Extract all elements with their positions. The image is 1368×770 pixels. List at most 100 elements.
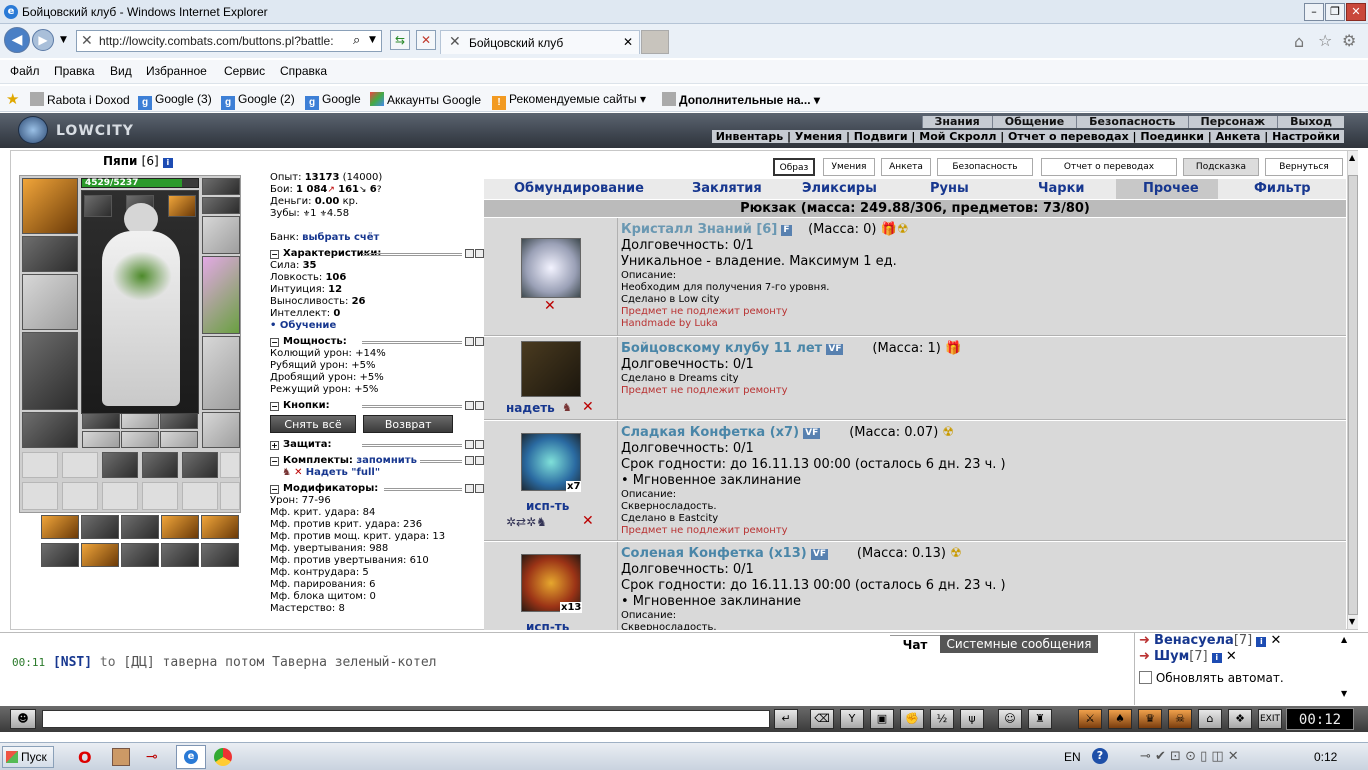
favorites-star-icon[interactable]: ☆: [1318, 31, 1332, 50]
scroll-up-icon[interactable]: ▲: [1349, 153, 1355, 162]
effect-icon-7[interactable]: [81, 543, 119, 567]
move-up-icon[interactable]: [465, 337, 474, 346]
scroll-down-icon[interactable]: ▼: [1341, 689, 1347, 698]
modifiers-header[interactable]: − Модификаторы:: [270, 483, 484, 495]
tab-return[interactable]: Вернуться: [1265, 158, 1343, 176]
scroll-down-icon[interactable]: ▼: [1349, 617, 1355, 626]
necklace-slot[interactable]: [202, 197, 240, 214]
boots-slot[interactable]: [202, 412, 240, 448]
move-up-icon[interactable]: [465, 401, 474, 410]
elixir-icon[interactable]: ♠: [1108, 709, 1132, 729]
save-icon[interactable]: ▣: [870, 709, 894, 729]
mask-icon[interactable]: ❖: [1228, 709, 1252, 729]
favorites-star-icon[interactable]: ★: [6, 90, 19, 108]
move-down-icon[interactable]: [475, 401, 484, 410]
bank-select-link[interactable]: выбрать счёт: [302, 232, 379, 243]
close-icon[interactable]: ✕: [1226, 649, 1237, 664]
clear-icon[interactable]: ⌫: [810, 709, 834, 729]
effect-icon-10[interactable]: [201, 543, 239, 567]
info-icon[interactable]: i: [162, 158, 173, 168]
stop-icon[interactable]: ✕: [416, 30, 436, 50]
move-up-icon[interactable]: [465, 249, 474, 258]
protection-header[interactable]: + Защита:: [270, 439, 484, 451]
tab-image[interactable]: Образ: [773, 158, 815, 176]
item-name[interactable]: Кристалл Знаний [6]: [621, 222, 777, 237]
maximize-button[interactable]: ❐: [1325, 3, 1345, 21]
inv-tab-spells[interactable]: Заклятия: [692, 181, 762, 196]
tab-skills[interactable]: Умения: [823, 158, 875, 176]
effect-icon-8[interactable]: [121, 543, 159, 567]
attack-icon[interactable]: ⚔: [1078, 709, 1102, 729]
use-item-link[interactable]: исп-ть: [526, 499, 569, 513]
scroll-slot-7[interactable]: [22, 482, 58, 510]
game-logo[interactable]: LOWCITY: [18, 116, 133, 144]
effect-icon-6[interactable]: [41, 543, 79, 567]
send-icon[interactable]: ↵: [774, 709, 798, 729]
inv-tab-charms[interactable]: Чарки: [1038, 181, 1085, 196]
move-up-icon[interactable]: [465, 440, 474, 449]
transfer-icons[interactable]: ✲⇄✲♞: [506, 515, 547, 529]
translit-icon[interactable]: ψ: [960, 709, 984, 729]
flashlight-icon[interactable]: ⊸: [146, 749, 158, 765]
move-down-icon[interactable]: [475, 249, 484, 258]
move-down-icon[interactable]: [475, 337, 484, 346]
app-icon[interactable]: [112, 748, 130, 766]
scroll-slot-9[interactable]: [102, 482, 138, 510]
info-icon[interactable]: i: [1256, 637, 1267, 647]
link-security[interactable]: Безопасность: [1076, 116, 1188, 128]
scroll-slot-4[interactable]: [142, 452, 178, 478]
trade-icon[interactable]: ⌂: [1198, 709, 1222, 729]
history-dropdown-icon[interactable]: ▼: [60, 35, 67, 45]
return-button[interactable]: Возврат: [363, 415, 454, 433]
opera-icon[interactable]: O: [78, 748, 92, 767]
link-knowledge[interactable]: Знания: [921, 116, 992, 128]
tab-close-icon[interactable]: ✕: [623, 35, 633, 49]
character-avatar[interactable]: [81, 190, 199, 414]
move-down-icon[interactable]: [475, 484, 484, 493]
delete-item-icon[interactable]: ✕: [582, 513, 594, 529]
move-up-icon[interactable]: [465, 456, 474, 465]
smiles-icon[interactable]: ☻: [10, 709, 36, 729]
inv-tab-other[interactable]: Прочее: [1143, 181, 1199, 196]
close-window-button[interactable]: ✕: [1346, 3, 1366, 21]
scroll-slot-3[interactable]: [102, 452, 138, 478]
menu-view[interactable]: Вид: [110, 64, 132, 78]
item-name[interactable]: Соленая Конфетка (x13): [621, 546, 807, 561]
exit-icon[interactable]: EXIT: [1258, 709, 1282, 729]
armor-icon[interactable]: ♞: [562, 401, 572, 414]
skull-icon[interactable]: ☠: [1168, 709, 1192, 729]
effect-icon-4[interactable]: [161, 515, 199, 539]
page-scrollbar[interactable]: ▲ ▼: [1347, 151, 1358, 629]
link-character[interactable]: Персонаж: [1187, 116, 1278, 128]
menu-file[interactable]: Файл: [10, 64, 40, 78]
tab-transfer-report[interactable]: Отчет о переводах: [1041, 158, 1177, 176]
scroll-slot-5[interactable]: [182, 452, 218, 478]
sub-nav-links[interactable]: Инвентарь | Умения | Подвиги | Мой Скрол…: [711, 130, 1344, 143]
collapse-icon[interactable]: −: [270, 485, 279, 494]
chat-tab[interactable]: Чат: [890, 635, 940, 653]
smile-icon[interactable]: ☺: [998, 709, 1022, 729]
ring-slot-3[interactable]: [160, 412, 198, 429]
address-url[interactable]: http://lowcity.combats.com/buttons.pl?ba…: [99, 34, 334, 48]
language-indicator[interactable]: EN: [1064, 750, 1081, 764]
earrings-slot[interactable]: [202, 178, 240, 195]
scroll-slot-10[interactable]: [142, 482, 178, 510]
shoulder-slot[interactable]: [121, 431, 159, 448]
collapse-icon[interactable]: −: [270, 457, 279, 466]
powers-header[interactable]: − Мощность:: [270, 336, 484, 348]
effect-icon-3[interactable]: [121, 515, 159, 539]
pants-slot[interactable]: [202, 336, 240, 410]
extra-slot[interactable]: [160, 431, 198, 448]
move-down-icon[interactable]: [475, 440, 484, 449]
refresh-icon[interactable]: ⇆: [390, 30, 410, 50]
chrome-icon[interactable]: [214, 748, 232, 766]
scroll-slot-2[interactable]: [62, 452, 98, 478]
tab-profile[interactable]: Анкета: [881, 158, 931, 176]
link-communication[interactable]: Общение: [991, 116, 1077, 128]
inv-tab-equipment[interactable]: Обмундирование: [514, 181, 644, 196]
inv-tab-filter[interactable]: Фильтр: [1254, 181, 1311, 196]
start-button[interactable]: Пуск: [2, 746, 54, 768]
pet-icon[interactable]: ♛: [1138, 709, 1162, 729]
sets-header[interactable]: − Комплекты: запомнить: [270, 455, 484, 467]
fav-google-3[interactable]: g Google (3): [138, 92, 212, 110]
